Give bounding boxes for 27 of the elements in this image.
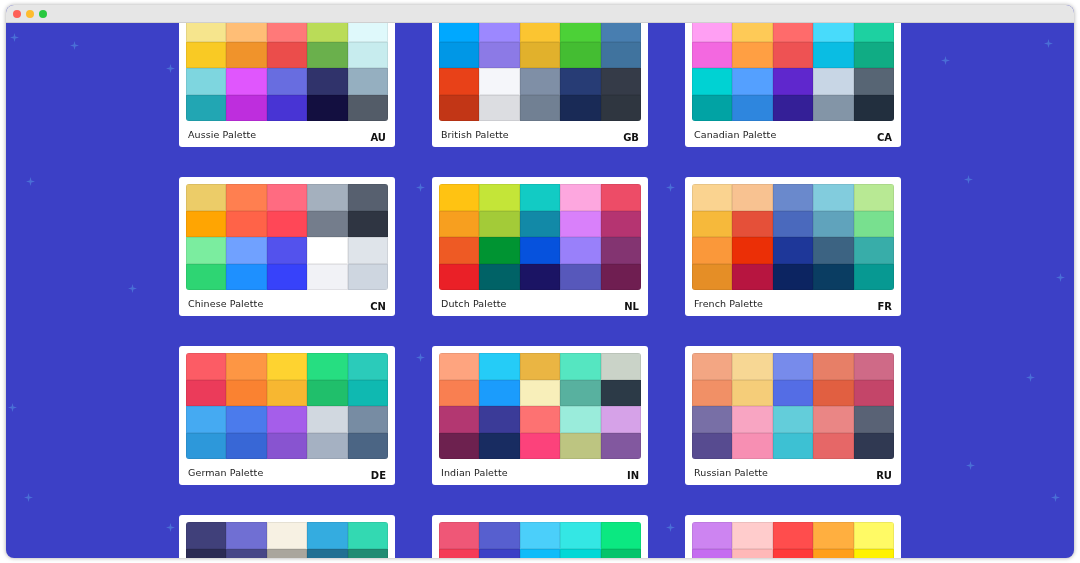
country-code: CA (876, 132, 892, 143)
palette-card[interactable]: Aussie Palette AU (179, 23, 395, 147)
palette-card[interactable]: French Palette FR (685, 177, 901, 316)
country-code: RU (876, 470, 892, 481)
palette-name: Indian Palette (441, 467, 508, 478)
country-code: FR (877, 301, 892, 312)
palette-card[interactable]: Canadian Palette CA (685, 23, 901, 147)
palette-name: Dutch Palette (441, 298, 507, 309)
palette-card[interactable]: British Palette GB (432, 23, 648, 147)
palette-card[interactable]: Russian Palette RU (685, 346, 901, 485)
country-code: IN (626, 470, 639, 481)
palette-name: Canadian Palette (694, 129, 777, 140)
country-code: AU (370, 132, 386, 143)
country-code: NL (624, 301, 639, 312)
palette-name: German Palette (188, 467, 264, 478)
palette-card[interactable]: Indian Palette IN (432, 346, 648, 485)
palette-card[interactable]: German Palette DE (179, 346, 395, 485)
palette-card[interactable]: Chinese Palette CN (179, 177, 395, 316)
country-code: DE (370, 470, 386, 481)
country-code: GB (623, 132, 639, 143)
palette-name: British Palette (441, 129, 509, 140)
palette-name: Chinese Palette (188, 298, 264, 309)
palette-name: Russian Palette (694, 467, 768, 478)
palette-name: French Palette (694, 298, 763, 309)
country-code: CN (370, 301, 386, 312)
palette-name: Aussie Palette (188, 129, 257, 140)
palette-card[interactable]: Dutch Palette NL (432, 177, 648, 316)
